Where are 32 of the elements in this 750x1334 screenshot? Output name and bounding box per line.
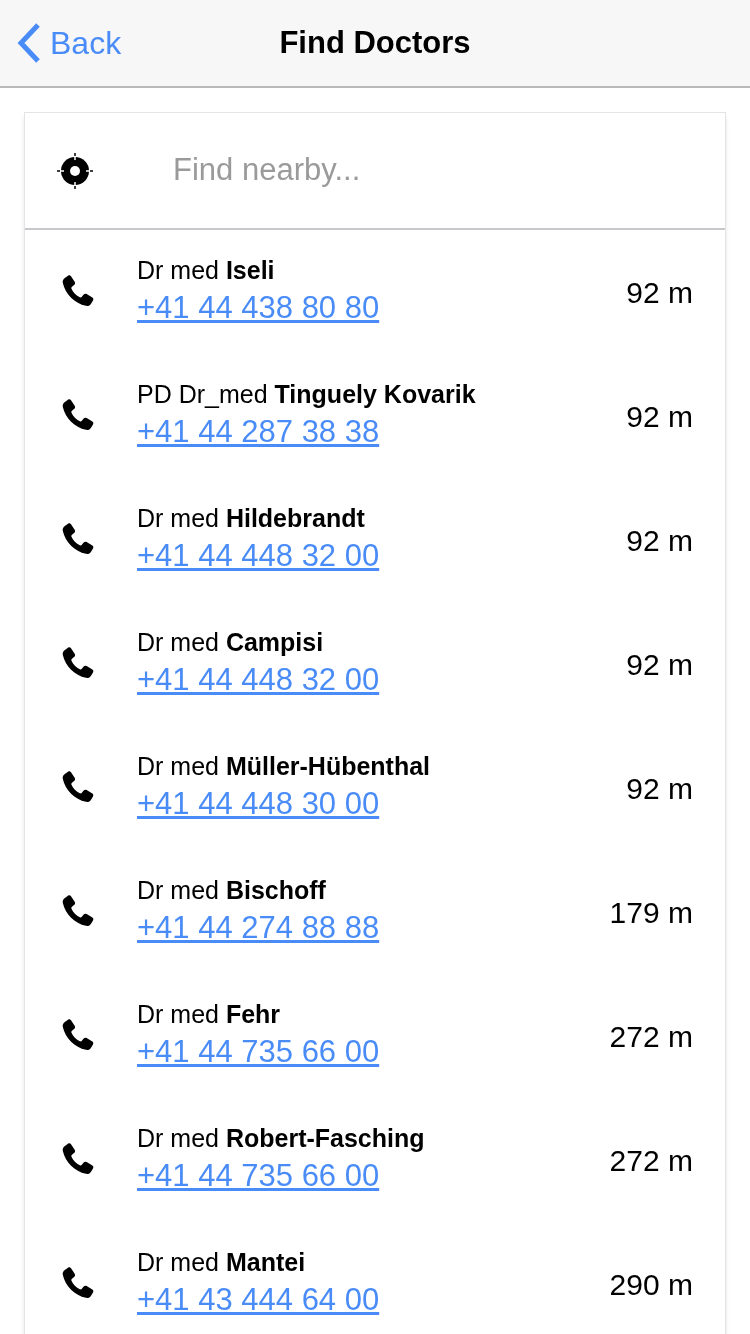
phone-link[interactable]: +41 44 448 32 00 [137, 658, 380, 702]
phone-link[interactable]: +41 44 735 66 00 [137, 1154, 380, 1198]
doctor-name: Dr med Robert-Fasching [137, 1123, 426, 1154]
doctor-name: Dr med Mantei [137, 1247, 307, 1278]
distance: 92 m [626, 646, 693, 683]
distance: 92 m [626, 398, 693, 435]
phone-link[interactable]: +41 43 444 64 00 [137, 1278, 380, 1322]
doctor-name: PD Dr_med Tinguely Kovarik [137, 379, 477, 410]
locate-icon[interactable] [57, 152, 93, 189]
distance: 272 m [609, 1018, 693, 1055]
phone-link[interactable]: +41 44 274 88 88 [137, 906, 380, 950]
phone-link[interactable]: +41 44 735 66 00 [137, 1030, 380, 1074]
distance: 179 m [609, 894, 693, 931]
doctor-name: Dr med Müller-Hübenthal [137, 751, 432, 782]
doctor-name: Dr med Fehr [137, 999, 282, 1030]
page-title: Find Doctors [279, 23, 471, 62]
phone-link[interactable]: +41 44 448 30 00 [137, 782, 380, 826]
doctor-name: Dr med Bischoff [137, 875, 327, 906]
phone-link[interactable]: +41 44 287 38 38 [137, 410, 380, 454]
doctor-name: Dr med Iseli [137, 255, 276, 286]
back-button[interactable]: Back [0, 19, 122, 67]
distance: 272 m [609, 1142, 693, 1179]
phone-link[interactable]: +41 44 438 80 80 [137, 286, 380, 330]
distance: 290 m [609, 1266, 693, 1303]
phone-link[interactable]: +41 44 448 32 00 [137, 534, 380, 578]
distance: 92 m [626, 770, 693, 807]
chevron-left-icon [16, 22, 42, 64]
distance: 92 m [626, 274, 693, 311]
doctor-name: Dr med Campisi [137, 627, 325, 658]
doctor-name: Dr med Hildebrandt [137, 503, 366, 534]
distance: 92 m [626, 522, 693, 559]
search-field[interactable]: Find nearby... [173, 147, 693, 194]
